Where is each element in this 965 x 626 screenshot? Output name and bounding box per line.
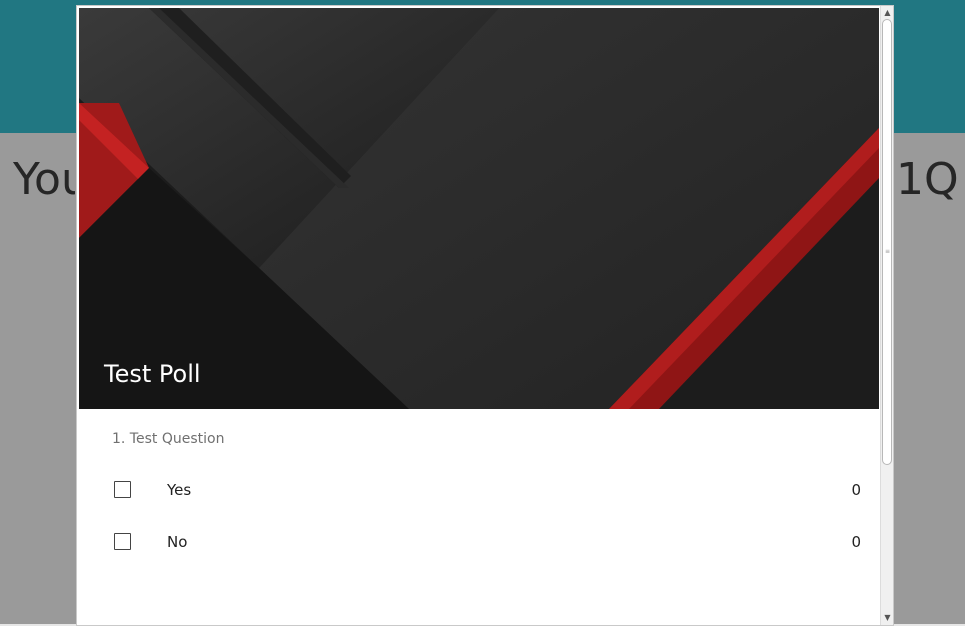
- poll-option-yes[interactable]: Yes 0: [77, 471, 877, 511]
- background-heading-right: 1Q: [896, 154, 959, 205]
- option-label-no: No: [167, 533, 188, 551]
- scrollbar-thumb[interactable]: ≡: [882, 19, 892, 465]
- scroll-up-arrow-icon[interactable]: ▲: [881, 7, 893, 19]
- modal-scrollbar[interactable]: ▲ ≡ ▼: [880, 6, 893, 625]
- scroll-down-arrow-icon[interactable]: ▼: [881, 612, 893, 624]
- grip-icon: ≡: [885, 248, 891, 255]
- poll-modal: Test Poll 1. Test Question Yes 0 No 0 ▲ …: [76, 5, 894, 626]
- poll-hero-image: Test Poll: [79, 8, 879, 409]
- hero-background-art: [79, 8, 879, 409]
- poll-title: Test Poll: [104, 360, 201, 388]
- question-label: 1. Test Question: [112, 431, 225, 447]
- option-count-no: 0: [851, 533, 861, 551]
- option-count-yes: 0: [851, 481, 861, 499]
- poll-option-no[interactable]: No 0: [77, 523, 877, 563]
- background-heading-left: You: [13, 154, 75, 205]
- option-label-yes: Yes: [167, 481, 192, 499]
- option-checkbox-no[interactable]: [114, 533, 131, 550]
- option-checkbox-yes[interactable]: [114, 481, 131, 498]
